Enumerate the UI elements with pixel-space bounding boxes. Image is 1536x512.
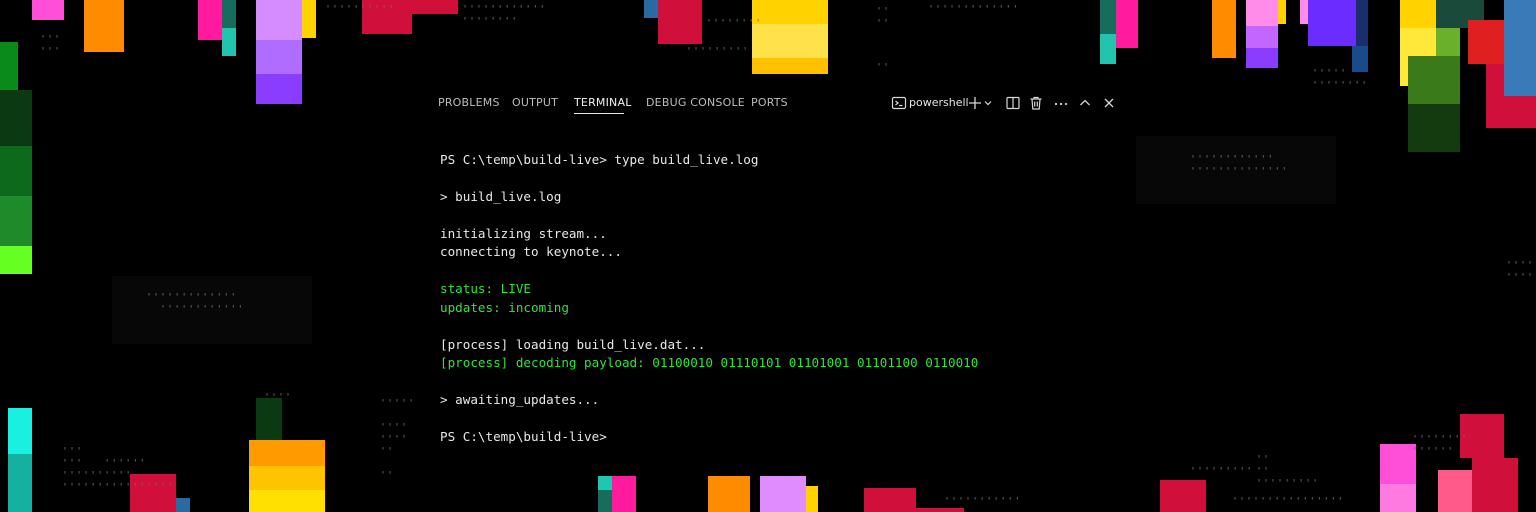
plus-icon[interactable] [967, 95, 983, 111]
more-icon[interactable] [1053, 95, 1069, 111]
tab-terminal[interactable]: TERMINAL [574, 97, 632, 109]
terminal-prompt: PS C:\temp\build-live> [440, 429, 607, 444]
panel-tab-bar: PROBLEMS OUTPUT TERMINAL DEBUG CONSOLE P… [420, 84, 1125, 122]
terminal-line: initializing stream... [440, 226, 607, 241]
trash-icon[interactable] [1028, 95, 1044, 111]
terminal-line: [process] loading build_live.dat... [440, 337, 706, 352]
terminal-line: > build_live.log [440, 189, 562, 204]
terminal-line: updates: incoming [440, 300, 569, 315]
terminal-icon[interactable] [891, 95, 907, 111]
close-icon[interactable] [1101, 95, 1117, 111]
shell-name[interactable]: powershell [909, 97, 969, 109]
terminal-line: [process] decoding payload: 01100010 011… [440, 355, 979, 370]
tab-problems[interactable]: PROBLEMS [438, 97, 500, 109]
terminal-line: > awaiting_updates... [440, 392, 600, 407]
terminal-line: status: LIVE [440, 281, 531, 296]
tab-output[interactable]: OUTPUT [512, 97, 558, 109]
chevron-down-icon[interactable] [983, 95, 993, 111]
active-tab-indicator [574, 113, 624, 114]
terminal-line: connecting to keynote... [440, 244, 622, 259]
tab-ports[interactable]: PORTS [751, 97, 788, 109]
terminal-panel: PROBLEMS OUTPUT TERMINAL DEBUG CONSOLE P… [420, 84, 1125, 474]
tab-debug-console[interactable]: DEBUG CONSOLE [646, 97, 745, 109]
chevron-up-icon[interactable] [1077, 95, 1093, 111]
terminal-line: PS C:\temp\build-live> type build_live.l… [440, 152, 759, 167]
split-icon[interactable] [1005, 95, 1021, 111]
